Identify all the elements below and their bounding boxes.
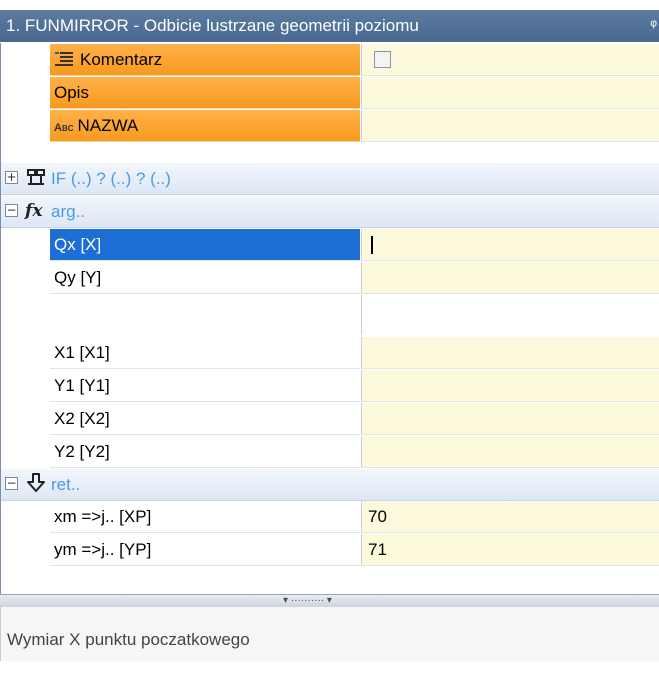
y2-label: Y2 [Y2] — [50, 436, 360, 468]
description-panel: Wymiar X punktu poczatkowego — [0, 607, 659, 661]
property-row-y2[interactable]: Y2 [Y2] — [1, 436, 659, 469]
abc-icon: Abc — [54, 122, 74, 134]
property-label: Komentarz — [50, 44, 360, 76]
ym-value[interactable]: 71 — [361, 534, 659, 566]
collapse-toggle[interactable]: − — [5, 477, 18, 490]
window-title-bar[interactable]: 1. FUNMIRROR - Odbicie lustrzane geometr… — [0, 10, 659, 42]
qx-value-input[interactable] — [361, 229, 659, 261]
xm-value[interactable]: 70 — [361, 501, 659, 533]
y1-value[interactable] — [361, 370, 659, 402]
komentarz-checkbox[interactable] — [374, 51, 391, 68]
property-grid: Komentarz Opis Abc NAZWA + IF (..) ? (..)… — [0, 43, 659, 594]
xm-label: xm =>j.. [XP] — [50, 501, 360, 533]
property-row-nazwa[interactable]: Abc NAZWA — [1, 110, 659, 143]
group-arg-label: arg.. — [51, 202, 86, 221]
qx-label: Qx [X] — [50, 229, 360, 261]
property-row-qy[interactable]: Qy [Y] — [1, 262, 659, 295]
condition-icon — [25, 166, 47, 190]
property-row-qx[interactable]: Qx [X] — [1, 229, 659, 262]
blank-row — [1, 295, 659, 335]
ym-label: ym =>j.. [YP] — [50, 534, 360, 566]
x2-value[interactable] — [361, 403, 659, 435]
opis-value[interactable] — [361, 77, 659, 109]
y1-label: Y1 [Y1] — [50, 370, 360, 402]
qy-label: Qy [Y] — [50, 262, 360, 294]
group-ret-label: ret.. — [51, 475, 81, 494]
group-if-label: IF (..) ? (..) ? (..) — [51, 169, 171, 188]
property-label: Abc NAZWA — [50, 110, 360, 142]
opis-label: Opis — [54, 83, 89, 102]
expand-toggle[interactable]: + — [5, 171, 18, 184]
nazwa-label: NAZWA — [77, 116, 139, 135]
collapse-toggle[interactable]: − — [5, 204, 18, 217]
pin-icon[interactable]: ᵠ — [650, 10, 657, 42]
komentarz-label: Komentarz — [80, 50, 163, 69]
property-row-x1[interactable]: X1 [X1] — [1, 337, 659, 370]
property-row-xm[interactable]: xm =>j.. [XP] 70 — [1, 501, 659, 534]
property-row-x2[interactable]: X2 [X2] — [1, 403, 659, 436]
return-icon — [25, 472, 47, 496]
property-row-ym[interactable]: ym =>j.. [YP] 71 — [1, 534, 659, 567]
window-title: 1. FUNMIRROR - Odbicie lustrzane geometr… — [6, 16, 419, 35]
property-row-y1[interactable]: Y1 [Y1] — [1, 370, 659, 403]
blank-value — [361, 295, 659, 335]
x2-label: X2 [X2] — [50, 403, 360, 435]
group-if[interactable]: + IF (..) ? (..) ? (..) — [1, 163, 659, 195]
y2-value[interactable] — [361, 436, 659, 468]
splitter-grip-icon: ▾ ·········· ▾ — [283, 595, 332, 606]
property-row-opis[interactable]: Opis — [1, 77, 659, 110]
x1-value[interactable] — [361, 337, 659, 369]
group-arg[interactable]: − fx arg.. — [1, 196, 659, 228]
panel-splitter[interactable]: ▾ ·········· ▾ — [0, 594, 659, 608]
text-caret — [371, 236, 373, 254]
x1-label: X1 [X1] — [50, 337, 360, 369]
property-value[interactable] — [361, 44, 659, 76]
property-row-komentarz[interactable]: Komentarz — [1, 44, 659, 77]
group-ret[interactable]: − ret.. — [1, 469, 659, 501]
function-icon: fx — [25, 201, 43, 221]
nazwa-value[interactable] — [361, 110, 659, 142]
qy-value[interactable] — [361, 262, 659, 294]
property-label: Opis — [50, 77, 360, 109]
comment-list-icon — [54, 44, 74, 76]
description-text: Wymiar X punktu poczatkowego — [7, 630, 250, 649]
